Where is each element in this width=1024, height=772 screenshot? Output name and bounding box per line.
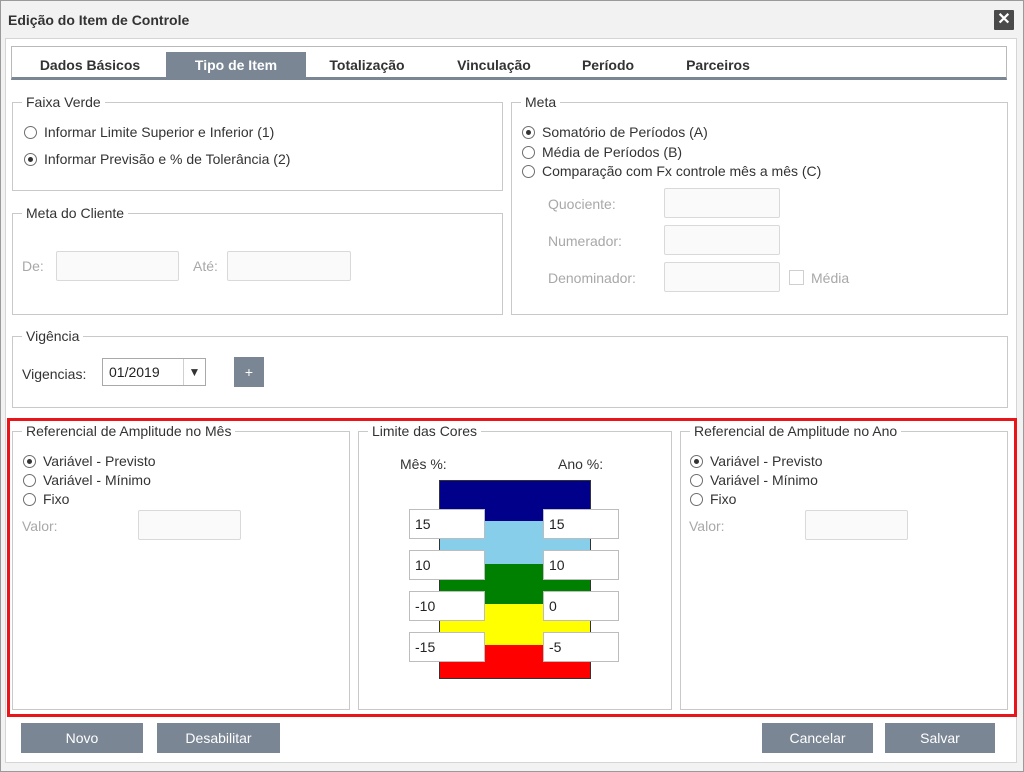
vigencia-select[interactable]: 01/2019 ▼: [102, 358, 206, 386]
cancelar-button[interactable]: Cancelar: [762, 723, 873, 753]
tab-tipo-de-item[interactable]: Tipo de Item: [166, 52, 306, 79]
title-bar: Edição do Item de Controle ✕: [1, 1, 1023, 39]
radio-label: Informar Previsão e % de Tolerância (2): [44, 151, 291, 167]
highlight-frame: [7, 418, 1017, 717]
radio-label: Comparação com Fx controle mês a mês (C): [542, 163, 822, 179]
faixa-verde-group: Faixa Verde: [12, 93, 503, 191]
tab-vinculacao[interactable]: Vinculação: [440, 52, 548, 79]
desabilitar-button[interactable]: Desabilitar: [157, 723, 280, 753]
numerador-label: Numerador:: [548, 233, 622, 249]
radio-icon[interactable]: [522, 164, 535, 178]
meta-legend: Meta: [521, 93, 561, 111]
tab-strip: Dados Básicos Tipo de Item Totalização V…: [11, 46, 1007, 80]
tab-dados-basicos[interactable]: Dados Básicos: [22, 52, 158, 79]
faixa-verde-option-2[interactable]: Informar Previsão e % de Tolerância (2): [24, 151, 290, 167]
media-label: Média: [811, 270, 850, 286]
add-vigencia-button[interactable]: +: [234, 357, 264, 387]
close-icon[interactable]: ✕: [994, 10, 1014, 30]
radio-icon[interactable]: [24, 125, 37, 139]
radio-label: Somatório de Períodos (A): [542, 124, 708, 140]
meta-option-b[interactable]: Média de Períodos (B): [522, 144, 682, 160]
vigencias-label: Vigencias:: [22, 366, 87, 382]
faixa-verde-legend: Faixa Verde: [22, 93, 105, 111]
vigencia-selected-value: 01/2019: [109, 364, 160, 380]
de-field[interactable]: [56, 251, 179, 281]
radio-label: Média de Períodos (B): [542, 144, 683, 160]
dialog-title: Edição do Item de Controle: [8, 12, 190, 28]
de-label: De:: [22, 258, 44, 274]
radio-icon[interactable]: [24, 152, 37, 166]
meta-cliente-legend: Meta do Cliente: [22, 204, 129, 222]
numerador-field[interactable]: [664, 225, 780, 255]
ate-label: Até:: [193, 258, 218, 274]
meta-option-a[interactable]: Somatório de Períodos (A): [522, 124, 708, 140]
radio-icon[interactable]: [522, 145, 535, 159]
ate-field[interactable]: [227, 251, 351, 281]
quociente-field[interactable]: [664, 188, 780, 218]
media-checkbox[interactable]: [789, 270, 804, 285]
radio-icon[interactable]: [522, 125, 535, 139]
denominador-field[interactable]: [664, 262, 780, 292]
radio-label: Informar Limite Superior e Inferior (1): [44, 124, 275, 140]
tab-totalizacao[interactable]: Totalização: [314, 52, 420, 79]
faixa-verde-option-1[interactable]: Informar Limite Superior e Inferior (1): [24, 124, 274, 140]
vigencia-legend: Vigência: [22, 327, 84, 345]
novo-button[interactable]: Novo: [21, 723, 143, 753]
meta-option-c[interactable]: Comparação com Fx controle mês a mês (C): [522, 163, 821, 179]
chevron-down-icon[interactable]: ▼: [183, 359, 205, 385]
quociente-label: Quociente:: [548, 196, 616, 212]
denominador-label: Denominador:: [548, 270, 636, 286]
tab-periodo[interactable]: Período: [568, 52, 648, 79]
salvar-button[interactable]: Salvar: [885, 723, 995, 753]
tab-parceiros[interactable]: Parceiros: [670, 52, 766, 79]
